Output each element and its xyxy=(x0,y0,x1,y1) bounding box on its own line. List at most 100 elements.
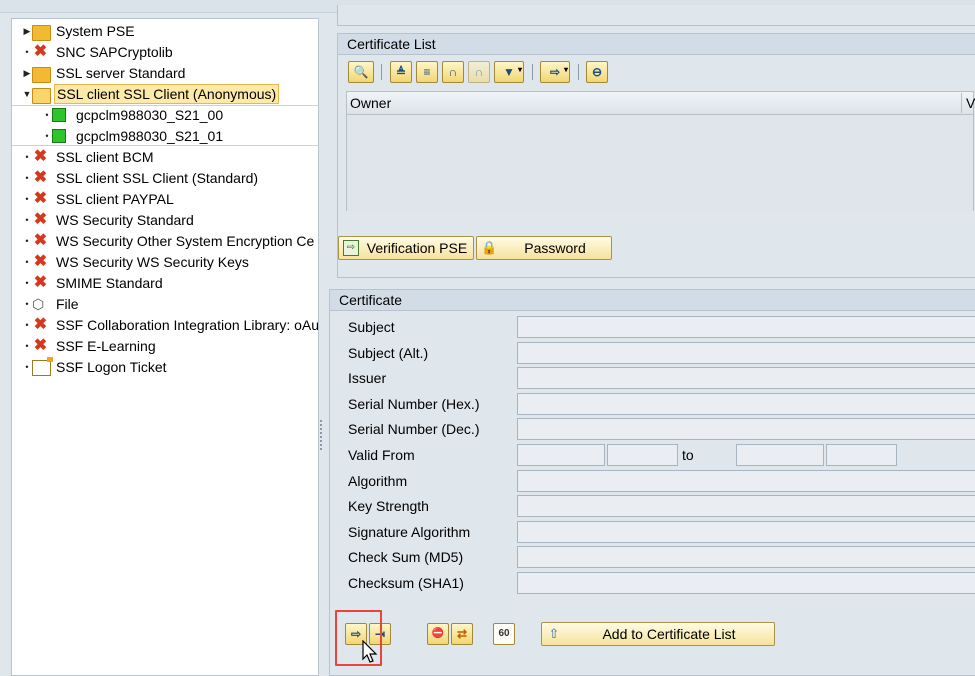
folder-icon xyxy=(32,25,51,41)
checksum-md5-field[interactable] xyxy=(517,546,975,568)
field-label-signature-algorithm: Signature Algorithm xyxy=(348,524,471,540)
x-icon: ✖ xyxy=(33,316,48,333)
x-icon: ✖ xyxy=(33,337,48,354)
mouse-cursor-icon xyxy=(362,640,378,663)
lock-icon: 🔒 xyxy=(481,240,498,255)
add-to-certificate-list-button[interactable]: ⇧ Add to Certificate List xyxy=(541,622,775,646)
serial-dec-field[interactable] xyxy=(517,418,975,440)
bullet-icon: • xyxy=(45,110,49,120)
field-label-key-strength: Key Strength xyxy=(348,498,429,514)
green-square-icon xyxy=(52,129,66,143)
toolbar-separator xyxy=(381,64,382,80)
certificate-request-icon[interactable]: ⇄ xyxy=(451,623,473,645)
signature-algorithm-field[interactable] xyxy=(517,521,975,543)
bullet-icon: • xyxy=(25,47,29,57)
bullet-icon: • xyxy=(25,194,29,204)
expand-icon[interactable]: ▶ xyxy=(22,21,32,41)
field-label-subject-alt: Subject (Alt.) xyxy=(348,345,429,361)
tree-item-label: WS Security WS Security Keys xyxy=(56,254,249,270)
x-icon: ✖ xyxy=(33,169,48,186)
tree-item-label: SMIME Standard xyxy=(56,275,163,291)
splitter-handle[interactable] xyxy=(320,420,325,450)
tree-item-label: WS Security Standard xyxy=(56,212,194,228)
tree-item-label: File xyxy=(56,296,79,312)
certificate-list-buttons-area: ⇨ Verification PSE 🔒 Password xyxy=(337,211,975,278)
issuer-field[interactable] xyxy=(517,367,975,389)
valid-to-date-field[interactable] xyxy=(736,444,824,466)
bullet-icon: • xyxy=(25,173,29,183)
verification-pse-button[interactable]: ⇨ Verification PSE xyxy=(338,236,474,260)
x-icon: ✖ xyxy=(33,190,48,207)
algorithm-field[interactable] xyxy=(517,470,975,492)
tree-item-label: SSL client SSL Client (Standard) xyxy=(56,170,259,186)
details-icon[interactable]: 🔍 xyxy=(348,61,374,83)
valid-from-date-field[interactable] xyxy=(517,444,605,466)
tree-item-label: gcpclm988030_S21_00 xyxy=(76,107,224,123)
valid-from-time-field[interactable] xyxy=(607,444,678,466)
collapse-icon[interactable]: ▼ xyxy=(22,84,32,104)
x-icon: ✖ xyxy=(33,232,48,249)
sort-ascending-icon[interactable]: ≜ xyxy=(390,61,412,83)
x-icon: ✖ xyxy=(33,148,48,165)
export-icon[interactable]: ⇨ xyxy=(540,61,570,83)
bullet-icon: • xyxy=(25,362,29,372)
display-certificate-icon[interactable]: 60 xyxy=(493,623,515,645)
folder-icon xyxy=(32,67,51,83)
cube-icon: ⬡ xyxy=(32,296,45,312)
divider xyxy=(12,145,318,146)
password-button[interactable]: 🔒 Password xyxy=(476,236,612,260)
tree-item-label: SSL server Standard xyxy=(56,65,186,81)
subject-alt-field[interactable] xyxy=(517,342,975,364)
column-owner[interactable]: Owner xyxy=(350,92,391,114)
certificate-list-grid[interactable]: Owner V xyxy=(346,91,975,215)
toolbar-separator xyxy=(578,64,579,80)
subject-field[interactable] xyxy=(517,316,975,338)
find-icon[interactable]: ∩ xyxy=(442,61,464,83)
tree-item-label: System PSE xyxy=(56,23,135,39)
pse-tree[interactable]: ▶ System PSE • ✖ SNC SAPCryptolib ▶ SSL … xyxy=(11,18,319,676)
add-to-certificate-list-label: Add to Certificate List xyxy=(602,626,736,642)
tree-item-label: SNC SAPCryptolib xyxy=(56,44,173,60)
field-label-algorithm: Algorithm xyxy=(348,473,408,489)
tree-item-label: SSL client SSL Client (Anonymous) xyxy=(54,84,280,104)
stop-icon[interactable]: ⛔ xyxy=(427,623,449,645)
find-next-icon[interactable]: ∩ xyxy=(468,61,490,83)
column-v[interactable]: V xyxy=(966,92,975,114)
verification-pse-label: Verification PSE xyxy=(366,240,468,256)
tree-item-label: gcpclm988030_S21_01 xyxy=(76,128,224,144)
grid-header: Owner V xyxy=(347,92,975,115)
filter-icon[interactable]: ▼ xyxy=(494,61,524,83)
tree-item-label: SSF E-Learning xyxy=(56,338,156,354)
bullet-icon: • xyxy=(25,215,29,225)
certificate-list-title: Certificate List xyxy=(338,34,975,55)
valid-to-time-field[interactable] xyxy=(826,444,897,466)
field-label-subject: Subject xyxy=(348,319,395,335)
serial-hex-field[interactable] xyxy=(517,393,975,415)
x-icon: ✖ xyxy=(33,43,48,60)
sort-descending-icon[interactable]: ≡ xyxy=(416,61,438,83)
top-panel-sliver xyxy=(337,5,975,26)
bullet-icon: • xyxy=(25,299,29,309)
x-icon: ✖ xyxy=(33,274,48,291)
field-label-checksum-sha1: Checksum (SHA1) xyxy=(348,575,464,591)
key-strength-field[interactable] xyxy=(517,495,975,517)
bullet-icon: • xyxy=(25,152,29,162)
valid-to-label: to xyxy=(682,447,694,463)
tree-item-label: SSF Collaboration Integration Library: o… xyxy=(56,317,319,333)
tree-item-label: SSL client BCM xyxy=(56,149,154,165)
tree-item-label: SSL client PAYPAL xyxy=(56,191,174,207)
x-icon: ✖ xyxy=(33,211,48,228)
bullet-icon: • xyxy=(45,131,49,141)
expand-icon[interactable]: ▶ xyxy=(22,63,32,83)
field-label-serial-hex: Serial Number (Hex.) xyxy=(348,396,480,412)
bullet-icon: • xyxy=(25,320,29,330)
checksum-sha1-field[interactable] xyxy=(517,572,975,594)
field-label-serial-dec: Serial Number (Dec.) xyxy=(348,421,480,437)
upload-icon: ⇧ xyxy=(548,626,560,641)
certificate-panel: Certificate Subject Subject (Alt.) Issue… xyxy=(329,289,975,676)
bullet-icon: • xyxy=(25,236,29,246)
field-label-issuer: Issuer xyxy=(348,370,387,386)
delete-row-icon[interactable]: ⊖ xyxy=(586,61,608,83)
bullet-icon: • xyxy=(25,257,29,267)
tree-item-label: WS Security Other System Encryption Ce xyxy=(56,233,315,249)
